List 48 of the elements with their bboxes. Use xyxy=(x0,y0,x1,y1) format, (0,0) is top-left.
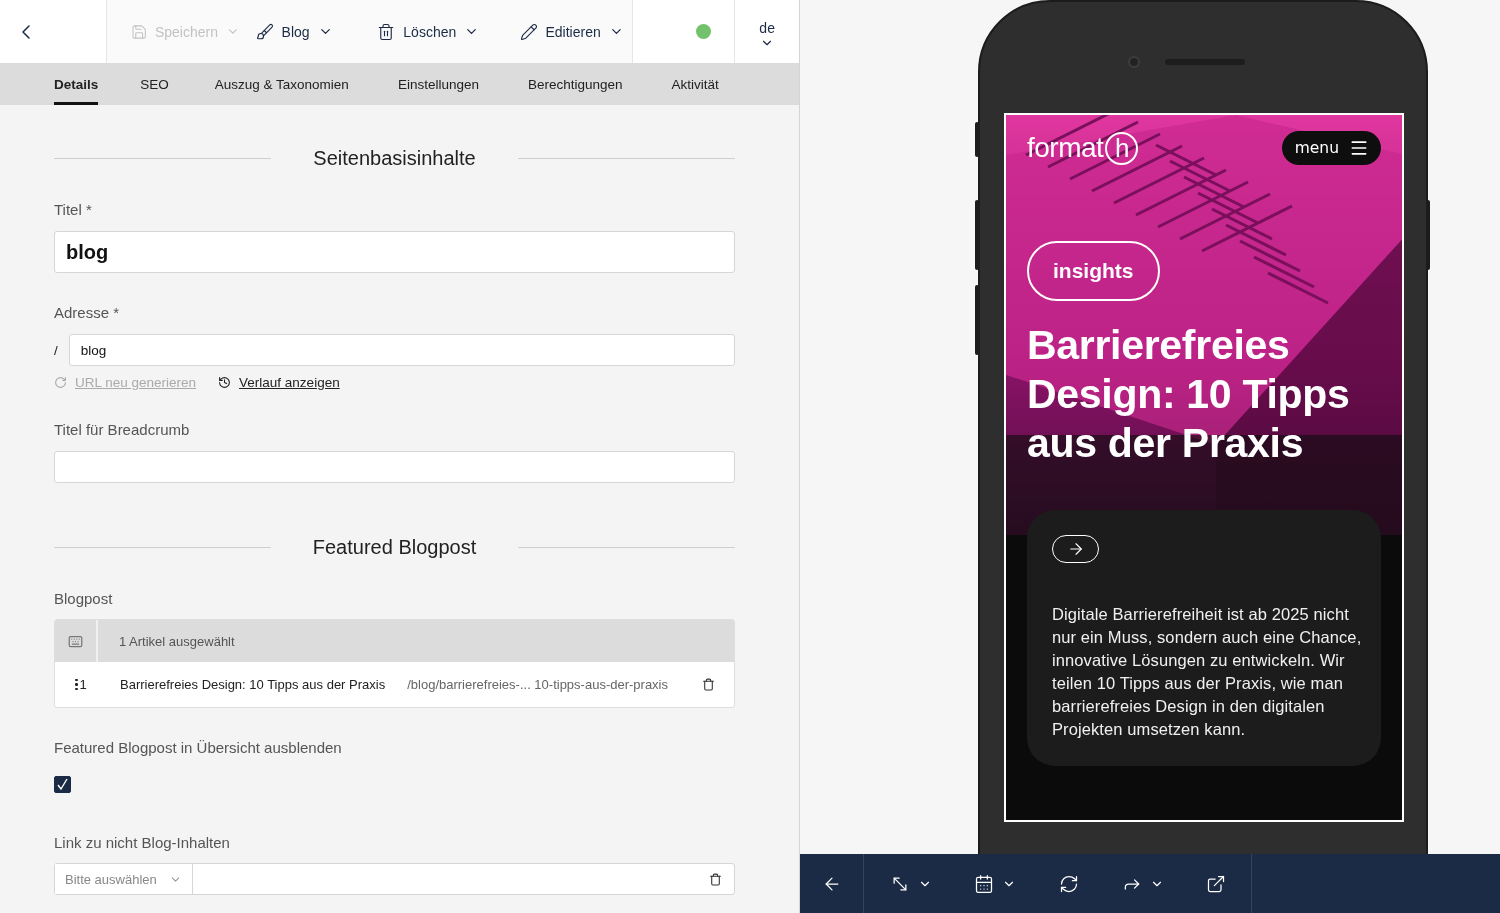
calendar-icon xyxy=(974,873,995,894)
tab[interactable]: Details xyxy=(54,63,99,105)
section-heading: Featured Blogpost xyxy=(312,535,477,559)
article-headline: Barrierefreies Design: 10 Tipps aus der Praxis xyxy=(1027,321,1351,468)
tab[interactable]: Einstellungen xyxy=(397,63,479,105)
selection-summary: 1 Artikel ausgewählt xyxy=(118,633,235,649)
refresh-icon xyxy=(1058,873,1079,894)
field-label: Adresse * xyxy=(54,303,121,323)
category-badge: insights xyxy=(1027,241,1160,301)
post-title-cell: Barrierefreies Design: 10 Tipps aus der Praxis xyxy=(120,677,386,692)
brush-button[interactable]: Blog xyxy=(247,22,370,41)
teaser-text: Digitale Barrierefreiheit ist ab 2025 nicht nur ein Muss, sondern auch eine Chance, innovative Lösungen zu entwickeln. Wir teilen 10 Tipps aus der Praxis, wie man barrierefreies Design in den digitalen Projekten umsetzen kann. xyxy=(1052,604,1363,740)
trash-icon xyxy=(377,22,396,41)
tab[interactable]: Auszug & Taxonomien xyxy=(214,63,349,105)
pencil-icon xyxy=(519,22,538,41)
trash-button[interactable]: Löschen xyxy=(369,22,512,41)
path-prefix: / xyxy=(54,342,59,358)
address-field[interactable]: blog xyxy=(68,334,735,366)
refresh-icon xyxy=(54,376,67,389)
post-path-cell: /blog/barrierefreies-... 10-tipps-aus-der-praxis xyxy=(407,677,668,692)
camera-dot xyxy=(1128,56,1140,68)
trash-icon xyxy=(702,678,715,691)
field-label: Titel * xyxy=(54,200,93,220)
tab[interactable]: SEO xyxy=(140,63,169,105)
field-label: Blogpost xyxy=(54,589,114,609)
logo[interactable]: format h xyxy=(1027,131,1139,165)
history-link[interactable]: Verlauf anzeigen xyxy=(218,375,340,390)
external-link-icon xyxy=(1206,873,1227,894)
drag-handle-icon[interactable] xyxy=(75,678,78,691)
trash-icon xyxy=(709,872,722,886)
brush-icon xyxy=(255,22,274,41)
edit-button[interactable]: Editieren xyxy=(511,22,632,41)
keyboard-icon[interactable] xyxy=(68,633,83,649)
text-field[interactable] xyxy=(54,451,735,483)
field-label: Titel für Breadcrumb xyxy=(54,420,191,440)
menu-button[interactable]: menu xyxy=(1281,131,1381,165)
field-label: Featured Blogpost in Übersicht ausblenden xyxy=(54,738,343,758)
tab[interactable]: Aktivität xyxy=(671,63,719,105)
checkbox[interactable] xyxy=(54,776,71,793)
type-select[interactable]: Bitte auswählen xyxy=(55,864,193,894)
link-field[interactable]: Bitte auswählen xyxy=(54,863,735,895)
text-field[interactable]: blog xyxy=(54,231,735,273)
tab[interactable]: Berechtigungen xyxy=(527,63,623,105)
row-index: 1 xyxy=(79,677,87,692)
section-heading: Seitenbasisinhalte xyxy=(313,146,476,170)
field-label: Link zu nicht Blog-Inhalten xyxy=(54,833,231,853)
history-icon xyxy=(218,376,232,389)
menu-icon xyxy=(1349,138,1369,158)
